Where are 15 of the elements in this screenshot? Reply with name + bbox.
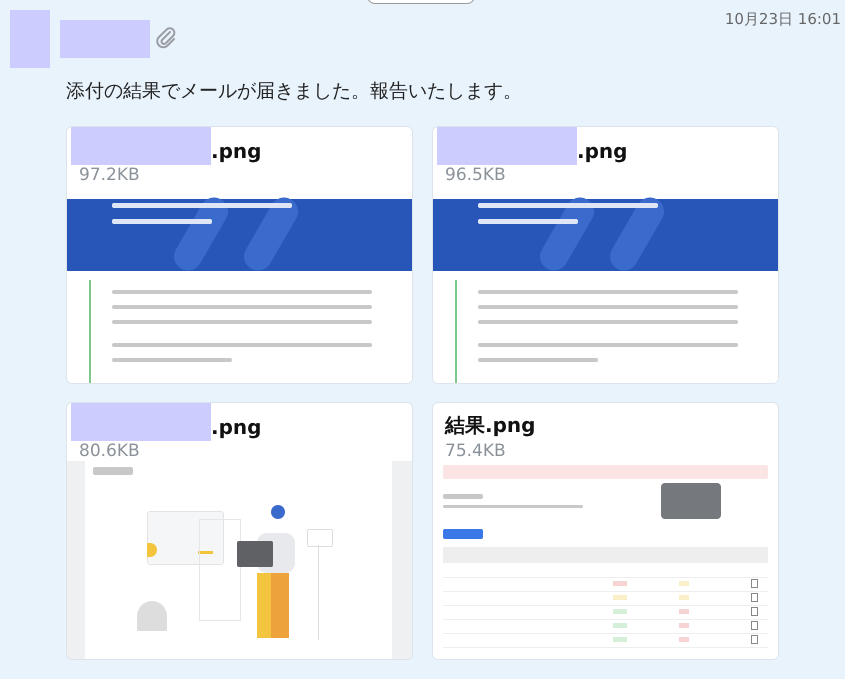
message-text: 添付の結果でメールが届きました。報告いたします。 [66,79,523,104]
file-size: 96.5KB [444,164,506,185]
file-name: .png [577,139,628,165]
file-name: 結果.png [445,412,536,439]
file-size: 75.4KB [444,440,506,461]
paperclip-icon [154,26,178,50]
attachment-card[interactable]: .png 80.6KB [66,402,413,660]
file-name: .png [211,415,262,441]
file-size: 80.6KB [78,440,140,461]
attachment-card[interactable]: .png 96.5KB [432,126,779,384]
file-name: .png [211,139,262,165]
file-size: 97.2KB [78,164,140,185]
timestamp: 10月23日 16:01 [724,10,841,29]
attachment-card[interactable]: .png 97.2KB [66,126,413,384]
attachment-card[interactable]: 結果.png 75.4KB [432,402,779,660]
